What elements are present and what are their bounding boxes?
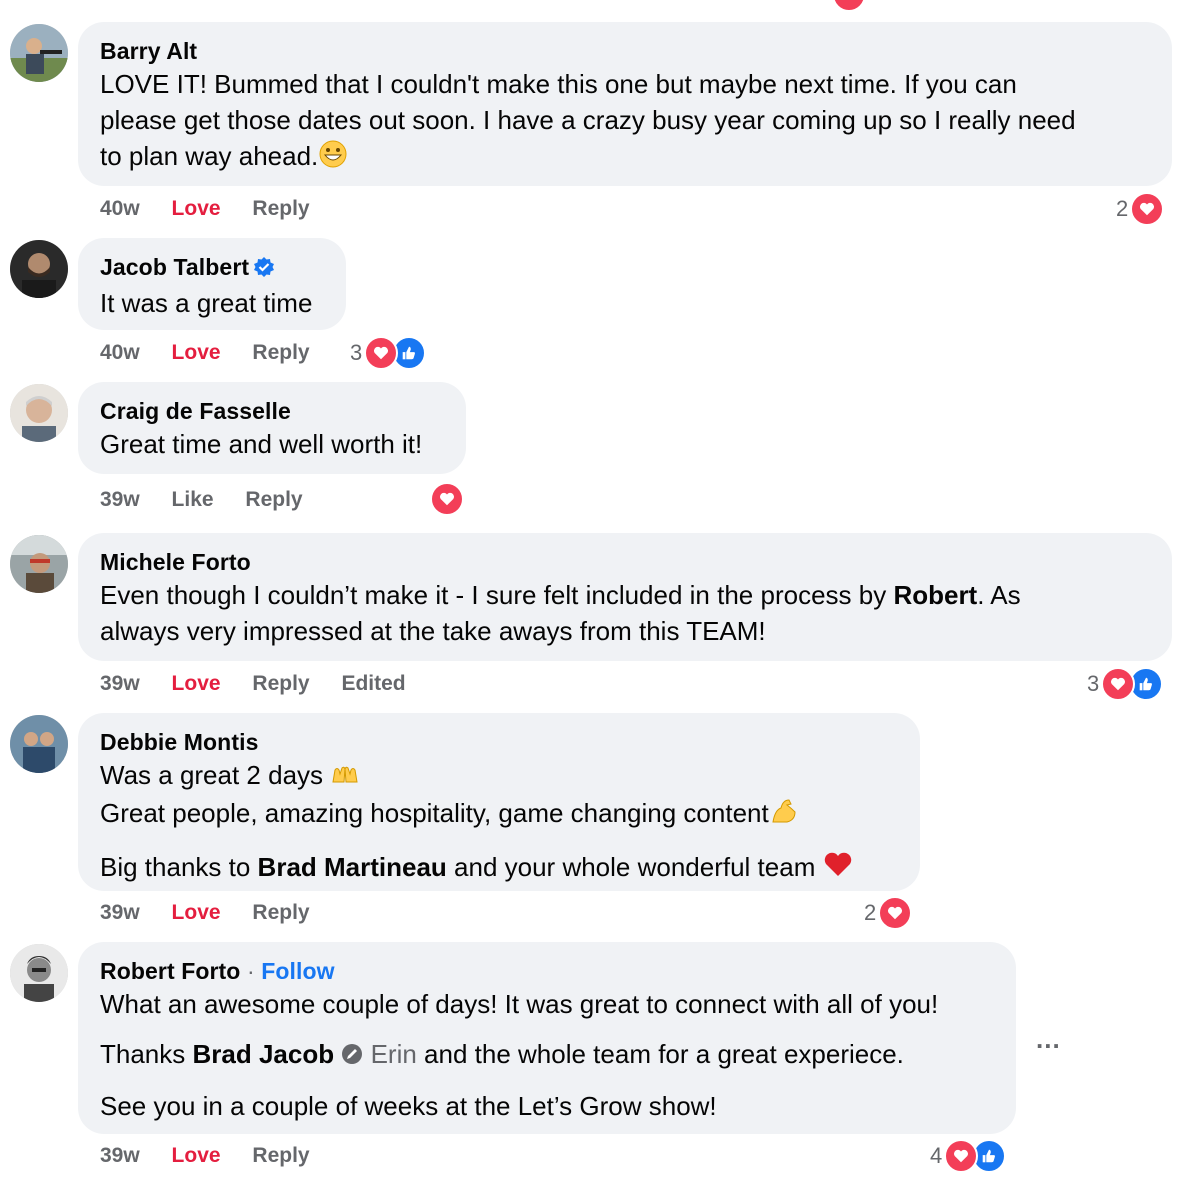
avatar[interactable] xyxy=(10,240,68,298)
mention-link-muted[interactable]: Erin xyxy=(371,1039,417,1069)
comment-actions: 39w Like Reply xyxy=(100,486,329,514)
reply-button[interactable]: Reply xyxy=(252,339,309,367)
love-button[interactable]: Love xyxy=(172,670,221,698)
reply-button[interactable]: Reply xyxy=(252,195,309,223)
comment-author[interactable]: Debbie Montis xyxy=(100,727,898,757)
reaction-summary[interactable]: 2 xyxy=(864,895,913,931)
grinning-face-icon xyxy=(318,139,348,178)
comment-author[interactable]: Michele Forto xyxy=(100,547,1150,577)
follow-button[interactable]: Follow xyxy=(261,958,334,984)
comment-author[interactable]: Craig de Fasselle xyxy=(100,396,444,426)
mention-link[interactable]: Robert xyxy=(893,580,977,610)
comment-author[interactable]: Barry Alt xyxy=(100,36,1150,66)
love-button[interactable]: Love xyxy=(172,339,221,367)
reply-button[interactable]: Reply xyxy=(252,670,309,698)
comment-line: LOVE IT! Bummed that I couldn't make thi… xyxy=(100,69,1017,99)
pencil-circle-icon xyxy=(341,1038,363,1074)
reaction-count: 2 xyxy=(864,900,877,925)
reply-button[interactable]: Reply xyxy=(245,486,302,514)
comment-text: LOVE IT! Bummed that I couldn't make thi… xyxy=(100,66,1150,178)
comment-line: Thanks xyxy=(100,1039,193,1069)
heart-reaction-icon xyxy=(364,336,399,370)
reaction-count: 3 xyxy=(350,340,363,365)
author-name[interactable]: Robert Forto xyxy=(100,958,240,984)
reaction-summary[interactable]: 3 xyxy=(1087,666,1164,702)
avatar[interactable] xyxy=(10,384,68,442)
heart-reaction-icon xyxy=(878,896,913,930)
reply-button[interactable]: Reply xyxy=(252,1142,309,1170)
timestamp[interactable]: 40w xyxy=(100,195,140,223)
comment-line: Was a great 2 days xyxy=(100,760,324,790)
heart-reaction-icon xyxy=(1130,192,1165,226)
love-button[interactable]: Love xyxy=(172,195,221,223)
reply-button[interactable]: Reply xyxy=(252,899,309,927)
avatar[interactable] xyxy=(10,535,68,593)
heart-reaction-icon xyxy=(1101,667,1136,701)
avatar[interactable] xyxy=(10,715,68,773)
more-options-icon[interactable]: ... xyxy=(1036,1024,1061,1055)
comment-actions: 39w Love Reply Edited xyxy=(100,670,432,698)
comment-text: Even though I couldn’t make it - I sure … xyxy=(100,577,1150,649)
timestamp[interactable]: 40w xyxy=(100,339,140,367)
avatar[interactable] xyxy=(10,944,68,1002)
author-name[interactable]: Jacob Talbert xyxy=(100,254,249,280)
mention-link[interactable]: Brad Martineau xyxy=(258,852,447,882)
heart-reaction-icon[interactable] xyxy=(832,0,866,12)
comment-line: Even though I couldn’t make it - I sure … xyxy=(100,580,894,610)
reaction-count: 2 xyxy=(1116,196,1129,221)
comment-text: What an awesome couple of days! It was g… xyxy=(100,986,994,1124)
comment-line: . As xyxy=(977,580,1021,610)
raising-hands-icon xyxy=(330,759,360,795)
comment-line: always very impressed at the take aways … xyxy=(100,616,766,646)
comment-bubble: Barry Alt LOVE IT! Bummed that I couldn'… xyxy=(78,22,1172,186)
comment-line: Great people, amazing hospitality, game … xyxy=(100,798,769,829)
comment-bubble: Debbie Montis Was a great 2 days Great p… xyxy=(78,713,920,891)
comment-actions: 40w Love Reply xyxy=(100,195,336,223)
timestamp[interactable]: 39w xyxy=(100,670,140,698)
comment-bubble: Michele Forto Even though I couldn’t mak… xyxy=(78,533,1172,661)
timestamp[interactable]: 39w xyxy=(100,486,140,514)
comment-text: Great time and well worth it! xyxy=(100,429,423,459)
comment-actions: 40w Love Reply xyxy=(100,339,336,367)
heart-reaction-icon xyxy=(944,1139,979,1173)
timestamp[interactable]: 39w xyxy=(100,899,140,927)
comment-actions: 39w Love Reply xyxy=(100,899,336,927)
comment-line: and the whole team for a great experiece… xyxy=(416,1039,904,1069)
like-button[interactable]: Like xyxy=(172,486,214,514)
red-heart-icon xyxy=(823,850,853,887)
comment-author[interactable]: Jacob Talbert xyxy=(100,252,324,285)
verified-badge-icon xyxy=(253,255,275,285)
love-button[interactable]: Love xyxy=(172,899,221,927)
reaction-count: 3 xyxy=(1087,671,1100,696)
comment-line: to plan way ahead. xyxy=(100,141,319,171)
love-button[interactable]: Love xyxy=(172,1142,221,1170)
reaction-summary[interactable]: 2 xyxy=(1116,191,1165,227)
mention-link[interactable]: Brad Jacob xyxy=(193,1039,335,1069)
comment-line: See you in a couple of weeks at the Let’… xyxy=(100,1091,717,1122)
comment-line: What an awesome couple of days! It was g… xyxy=(100,989,939,1019)
reaction-summary[interactable]: 3 xyxy=(350,335,427,371)
reaction-count: 4 xyxy=(930,1143,943,1168)
comment-bubble: Craig de Fasselle Great time and well wo… xyxy=(78,382,466,474)
comment-text: Was a great 2 days Great people, amazing… xyxy=(100,757,898,887)
comment-line: Big thanks to xyxy=(100,851,258,882)
flexed-biceps-icon xyxy=(769,796,799,835)
avatar[interactable] xyxy=(10,24,68,82)
comment-text: It was a great time xyxy=(100,288,313,318)
comment-line: please get those dates out soon. I have … xyxy=(100,105,1076,135)
comment-bubble: Robert Forto · Follow What an awesome co… xyxy=(78,942,1016,1134)
reaction-summary[interactable]: 4 xyxy=(930,1138,1007,1174)
comment-line: and your whole wonderful team xyxy=(446,851,816,882)
edited-label[interactable]: Edited xyxy=(341,670,405,698)
comment-bubble: Jacob Talbert It was a great time xyxy=(78,238,346,330)
timestamp[interactable]: 39w xyxy=(100,1142,140,1170)
comment-author: Robert Forto · Follow xyxy=(100,958,335,984)
reaction-summary[interactable] xyxy=(430,481,464,517)
comment-actions: 39w Love Reply xyxy=(100,1142,336,1170)
heart-reaction-icon xyxy=(430,482,464,516)
